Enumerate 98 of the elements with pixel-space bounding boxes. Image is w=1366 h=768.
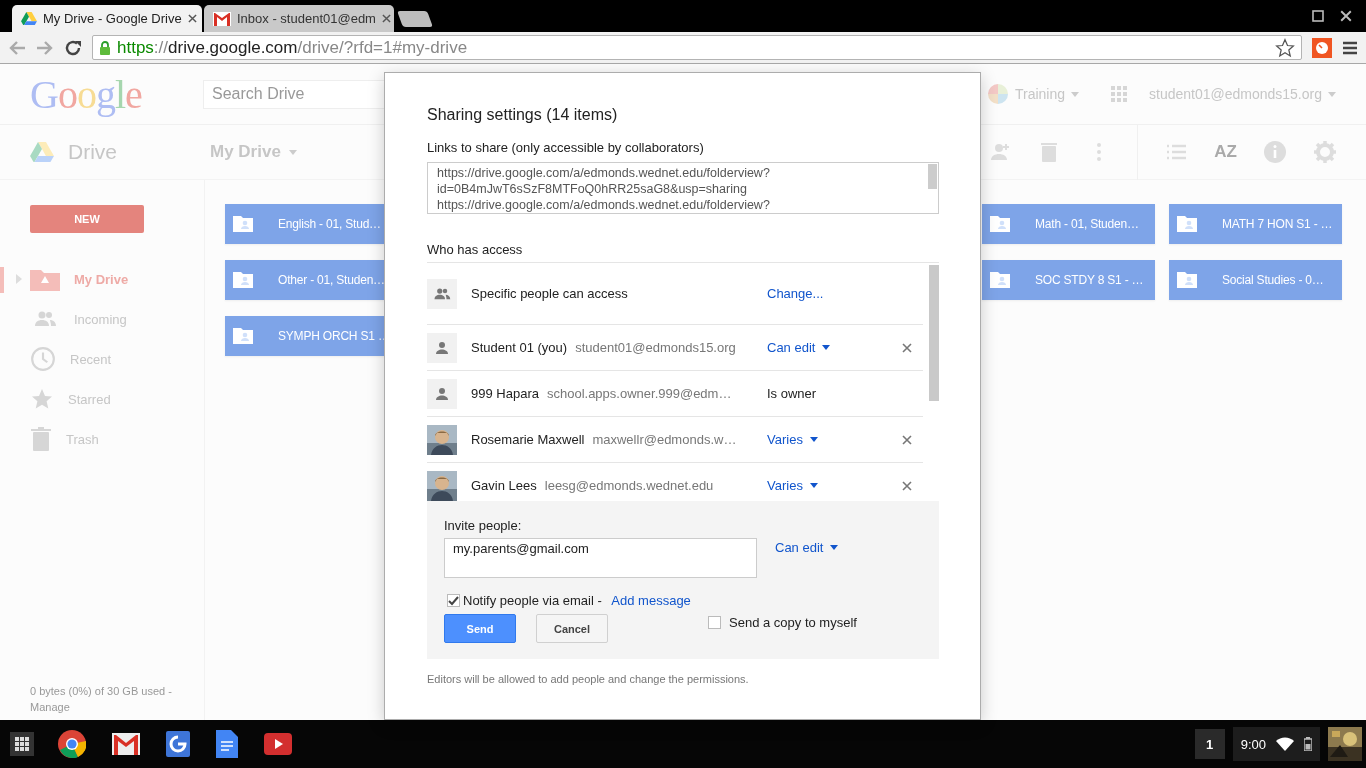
links-field[interactable]: https://drive.google.com/a/edmonds.wednet.edu/folderview? id=0B4mJwT6sSzF8MTFoQ0hRR25saG8&usp=sharing https://drive.google.com/a/edmonds.wednet.edu/folderview? <box>427 162 939 214</box>
caret-icon <box>809 437 818 442</box>
invite-label: Invite people: <box>444 518 523 533</box>
folder-item[interactable]: Math - 01, Studen… <box>982 204 1155 244</box>
drive-logo-icon <box>21 11 37 26</box>
shared-folder-icon <box>1177 216 1197 232</box>
drive-folder-icon <box>30 267 60 291</box>
checkbox[interactable] <box>708 616 721 629</box>
battery-icon <box>1304 737 1312 751</box>
person-name: Student 01 (you) <box>471 340 568 355</box>
permission-dropdown[interactable]: Varies <box>767 432 888 447</box>
browser-tab[interactable]: My Drive - Google Drive <box>12 5 202 32</box>
shared-folder-icon <box>233 216 253 232</box>
document-icon[interactable] <box>216 730 238 758</box>
clock-icon <box>30 346 56 372</box>
folder-name: SOC STDY 8 S1 - … <box>1035 273 1144 287</box>
menu-icon[interactable] <box>1342 40 1358 55</box>
launcher-icon[interactable] <box>10 732 34 756</box>
person-email: school.apps.owner.999@edm… <box>546 386 732 401</box>
dialog-title: Sharing settings (14 items) <box>427 105 619 125</box>
shared-folder-icon <box>233 272 253 288</box>
add-message-link[interactable]: Add message <box>611 593 691 608</box>
sidebar-item[interactable]: My Drive <box>0 259 204 299</box>
caret-icon <box>822 345 831 350</box>
browser-tab[interactable]: Inbox - student01@edm <box>204 5 394 32</box>
url-text: https://drive.google.com/drive/?rfd=1#my-drive <box>117 37 469 58</box>
footer-note: Editors will be allowed to add people and change the permissions. <box>427 673 750 685</box>
caret-icon <box>809 483 818 488</box>
permission-dropdown[interactable]: Can edit <box>775 540 839 555</box>
person-email: student01@edmonds15.org <box>575 340 736 355</box>
reload-icon[interactable] <box>64 38 82 57</box>
address-bar[interactable]: https://drive.google.com/drive/?rfd=1#my-drive <box>92 35 1302 60</box>
copy-label: Send a copy to myself <box>729 615 857 630</box>
shared-folder-icon <box>1177 272 1197 288</box>
caret-icon <box>288 149 297 155</box>
expand-arrow-icon <box>16 274 22 284</box>
star-icon <box>30 387 54 411</box>
person-name: Rosemarie Maxwell <box>471 432 585 447</box>
folder-name: SYMPH ORCH S1 … <box>278 329 390 343</box>
colorful-logo-icon <box>986 83 1009 105</box>
folder-name: Social Studies - 0… <box>1222 273 1324 287</box>
permission-dropdown[interactable]: Can edit <box>767 340 888 355</box>
new-tab-button[interactable] <box>397 11 433 27</box>
folder-item[interactable]: Social Studies - 0… <box>1169 260 1342 300</box>
tab-title: Inbox - student01@edm <box>237 11 376 26</box>
sharing-setting: Specific people can access <box>471 286 629 301</box>
invite-field[interactable]: my.parents@gmail.com <box>444 538 757 578</box>
trash-icon <box>30 427 52 451</box>
person-name: 999 Hapara <box>471 386 539 401</box>
caret-icon <box>1071 91 1079 97</box>
section-heading: Who has access <box>427 242 939 263</box>
search-app-icon[interactable] <box>166 731 190 757</box>
folder-name: English - 01, Stud… <box>278 217 381 231</box>
links-label: Links to share (only accessible by collaborators) <box>427 140 705 156</box>
close-icon <box>1340 10 1352 22</box>
checkbox[interactable] <box>447 594 460 607</box>
shared-folder-icon <box>990 216 1010 232</box>
mail-icon[interactable] <box>112 733 140 755</box>
google-logo: Google <box>30 70 143 118</box>
lock-icon <box>99 39 111 56</box>
permission-text: Is owner <box>767 386 818 401</box>
notification-badge[interactable]: 1 <box>1194 729 1225 759</box>
check-icon <box>448 595 459 606</box>
storage-text: 0 bytes (0%) of 30 GB used - Manage <box>29 684 173 715</box>
caret-icon <box>1328 91 1336 97</box>
folder-name: MATH 7 HON S1 - … <box>1222 217 1333 231</box>
extension-icon[interactable] <box>1312 37 1332 58</box>
send-button[interactable]: Send <box>444 614 516 643</box>
sort-button[interactable]: AZ <box>1214 142 1237 162</box>
close-icon <box>187 14 197 23</box>
status-area[interactable]: 9:00 <box>1232 727 1320 761</box>
tab-title: My Drive - Google Drive <box>43 11 182 26</box>
folder-name: Other - 01, Studen… <box>278 273 385 287</box>
timer-icon <box>1315 40 1329 55</box>
person-email: maxwellr@edmonds.w… <box>592 432 737 447</box>
cancel-button[interactable]: Cancel <box>536 614 608 643</box>
person-name: Gavin Lees <box>471 478 537 493</box>
scrollbar-thumb[interactable] <box>929 265 939 401</box>
folder-item[interactable]: SOC STDY 8 S1 - … <box>982 260 1155 300</box>
folder-name: Math - 01, Studen… <box>1035 217 1139 231</box>
drive-logo-icon <box>30 141 54 163</box>
permission-dropdown[interactable]: Varies <box>767 478 888 493</box>
notify-label: Notify people via email - <box>463 593 602 608</box>
video-app-icon[interactable] <box>264 733 292 755</box>
star-icon[interactable] <box>1275 37 1295 58</box>
change-link[interactable]: Change... <box>767 286 888 301</box>
shared-folder-icon <box>233 328 253 344</box>
caret-icon <box>830 545 839 550</box>
folder-item[interactable]: MATH 7 HON S1 - … <box>1169 204 1342 244</box>
maximize-icon[interactable] <box>1312 10 1324 22</box>
browser-app-icon[interactable] <box>58 730 86 758</box>
mail-icon <box>213 11 231 26</box>
wifi-icon <box>1276 737 1294 751</box>
manage-link[interactable]: Manage <box>30 701 70 713</box>
new-button[interactable]: NEW <box>30 205 144 233</box>
person-email: leesg@edmonds.wednet.edu <box>544 478 714 493</box>
close-icon <box>381 14 391 23</box>
shared-folder-icon <box>990 272 1010 288</box>
